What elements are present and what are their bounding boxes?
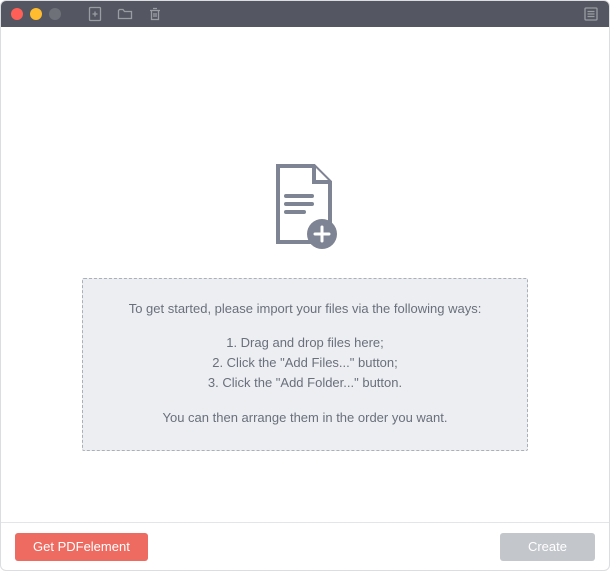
hint-intro: To get started, please import your files… [101, 299, 509, 319]
list-icon[interactable] [583, 6, 599, 22]
fullscreen-window-button[interactable] [49, 8, 61, 20]
window-controls [11, 8, 61, 20]
hint-box: To get started, please import your files… [82, 278, 528, 451]
hint-step-3: 3. Click the "Add Folder..." button. [101, 373, 509, 393]
titlebar [1, 1, 609, 27]
minimize-window-button[interactable] [30, 8, 42, 20]
add-file-icon[interactable] [87, 6, 103, 22]
toolbar-left [87, 6, 163, 22]
hint-outro: You can then arrange them in the order y… [101, 408, 509, 428]
get-pdfelement-button[interactable]: Get PDFelement [15, 533, 148, 561]
hint-step-1: 1. Drag and drop files here; [101, 333, 509, 353]
app-window: To get started, please import your files… [0, 0, 610, 571]
create-button: Create [500, 533, 595, 561]
drop-area[interactable]: To get started, please import your files… [1, 27, 609, 522]
folder-icon[interactable] [117, 6, 133, 22]
hint-steps: 1. Drag and drop files here; 2. Click th… [101, 333, 509, 393]
hint-step-2: 2. Click the "Add Files..." button; [101, 353, 509, 373]
document-add-icon [268, 162, 342, 254]
trash-icon[interactable] [147, 6, 163, 22]
close-window-button[interactable] [11, 8, 23, 20]
bottom-bar: Get PDFelement Create [1, 522, 609, 570]
